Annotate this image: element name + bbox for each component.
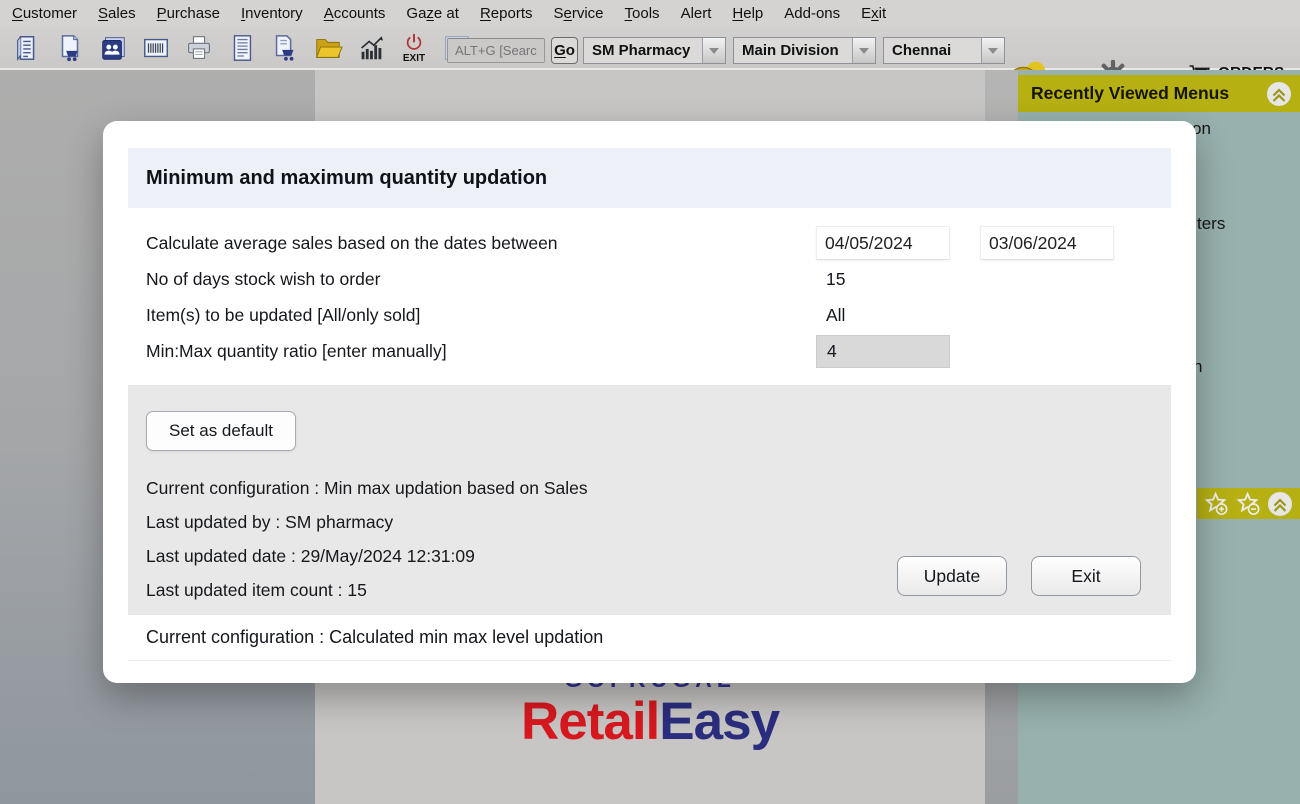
menu-item-fragment[interactable]: ters	[1197, 214, 1225, 234]
dialog-header: Minimum and maximum quantity updation	[128, 148, 1171, 208]
exit-icon[interactable]: EXIT	[395, 28, 433, 68]
menu-gaze-at[interactable]: Gaze at	[406, 5, 459, 22]
menu-add-ons[interactable]: Add-ons	[784, 5, 840, 22]
division-select-value: Main Division	[734, 38, 852, 63]
search-input[interactable]	[447, 38, 545, 63]
last-updated-by-line: Last updated by : SM pharmacy	[146, 505, 1153, 539]
chevron-down-icon[interactable]	[981, 38, 1004, 63]
dialog-form: Calculate average sales based on the dat…	[128, 208, 1171, 386]
days-label: No of days stock wish to order	[128, 269, 380, 290]
toolbar: EXIT Go SM Pharmacy Main Division Chenna…	[0, 27, 1300, 70]
exit-icon-label: EXIT	[403, 54, 425, 64]
set-default-button[interactable]: Set as default	[146, 411, 296, 451]
items-label: Item(s) to be updated [All/only sold]	[128, 305, 420, 326]
menu-service[interactable]: Service	[554, 5, 604, 22]
chart-icon[interactable]	[352, 28, 390, 68]
app-window: Customer Sales Purchase Inventory Accounts Ga…	[0, 0, 1300, 804]
dates-label: Calculate average sales based on the dat…	[128, 233, 558, 254]
menu-purchase[interactable]: Purchase	[157, 5, 220, 22]
menu-help[interactable]: Help	[732, 5, 763, 22]
date-to-field[interactable]	[980, 226, 1114, 260]
star-remove-icon[interactable]	[1236, 492, 1261, 516]
menu-accounts[interactable]: Accounts	[324, 5, 386, 22]
contacts-icon[interactable]	[94, 28, 132, 68]
recently-viewed-title: Recently Viewed Menus	[1031, 83, 1266, 104]
menu-inventory[interactable]: Inventory	[241, 5, 303, 22]
menu-reports[interactable]: Reports	[480, 5, 533, 22]
division-select[interactable]: Main Division	[733, 37, 876, 64]
company-select[interactable]: SM Pharmacy	[583, 37, 726, 64]
menu-tools[interactable]: Tools	[625, 5, 660, 22]
menu-customer[interactable]: Customer	[12, 5, 77, 22]
menu-sales[interactable]: Sales	[98, 5, 136, 22]
collapse-chevron-icon[interactable]	[1267, 491, 1293, 517]
collapse-chevron-icon[interactable]	[1266, 81, 1292, 107]
chevron-down-icon[interactable]	[852, 38, 875, 63]
form-row-ratio: Min:Max quantity ratio [enter manually]	[128, 334, 1171, 368]
go-button[interactable]: Go	[551, 37, 578, 64]
chevron-down-icon[interactable]	[702, 38, 725, 63]
location-select-value: Chennai	[884, 38, 981, 63]
star-add-icon[interactable]	[1204, 492, 1229, 516]
sales-cart-icon[interactable]	[51, 28, 89, 68]
location-select[interactable]: Chennai	[883, 37, 1005, 64]
form-row-items: Item(s) to be updated [All/only sold] Al…	[128, 298, 1171, 332]
date-from-field[interactable]	[816, 226, 950, 260]
dialog-title: Minimum and maximum quantity updation	[146, 167, 547, 190]
recently-viewed-header[interactable]: Recently Viewed Menus	[1018, 75, 1300, 112]
bill-icon[interactable]	[8, 28, 46, 68]
dialog-footer-status: Current configuration : Calculated min m…	[128, 615, 1171, 661]
update-button[interactable]: Update	[897, 556, 1007, 596]
menu-alert[interactable]: Alert	[681, 5, 712, 22]
folder-icon[interactable]	[309, 28, 347, 68]
items-value[interactable]: All	[826, 305, 845, 326]
exit-button[interactable]: Exit	[1031, 556, 1141, 596]
ratio-field[interactable]	[816, 335, 950, 368]
menu-exit[interactable]: Exit	[861, 5, 886, 22]
minmax-updation-dialog: Minimum and maximum quantity updation Ca…	[103, 121, 1196, 683]
company-select-value: SM Pharmacy	[584, 38, 702, 63]
form-row-days: No of days stock wish to order 15	[128, 262, 1171, 296]
printer-icon[interactable]	[180, 28, 218, 68]
brand-retail: Retail	[521, 692, 659, 751]
ratio-label: Min:Max quantity ratio [enter manually]	[128, 341, 447, 362]
barcode-icon[interactable]	[137, 28, 175, 68]
form-row-dates: Calculate average sales based on the dat…	[128, 226, 1171, 260]
toolbar-icons: EXIT	[8, 28, 476, 68]
favorites-action-bar	[1197, 488, 1300, 519]
dialog-config-section: Set as default Current configuration : M…	[128, 386, 1171, 615]
list-icon[interactable]	[223, 28, 261, 68]
current-config-line: Current configuration : Min max updation…	[146, 471, 1153, 505]
days-value[interactable]: 15	[826, 269, 845, 290]
menu-bar: Customer Sales Purchase Inventory Accounts Ga…	[0, 0, 1300, 27]
purchase-cart-icon[interactable]	[266, 28, 304, 68]
brand-easy: Easy	[659, 692, 779, 751]
